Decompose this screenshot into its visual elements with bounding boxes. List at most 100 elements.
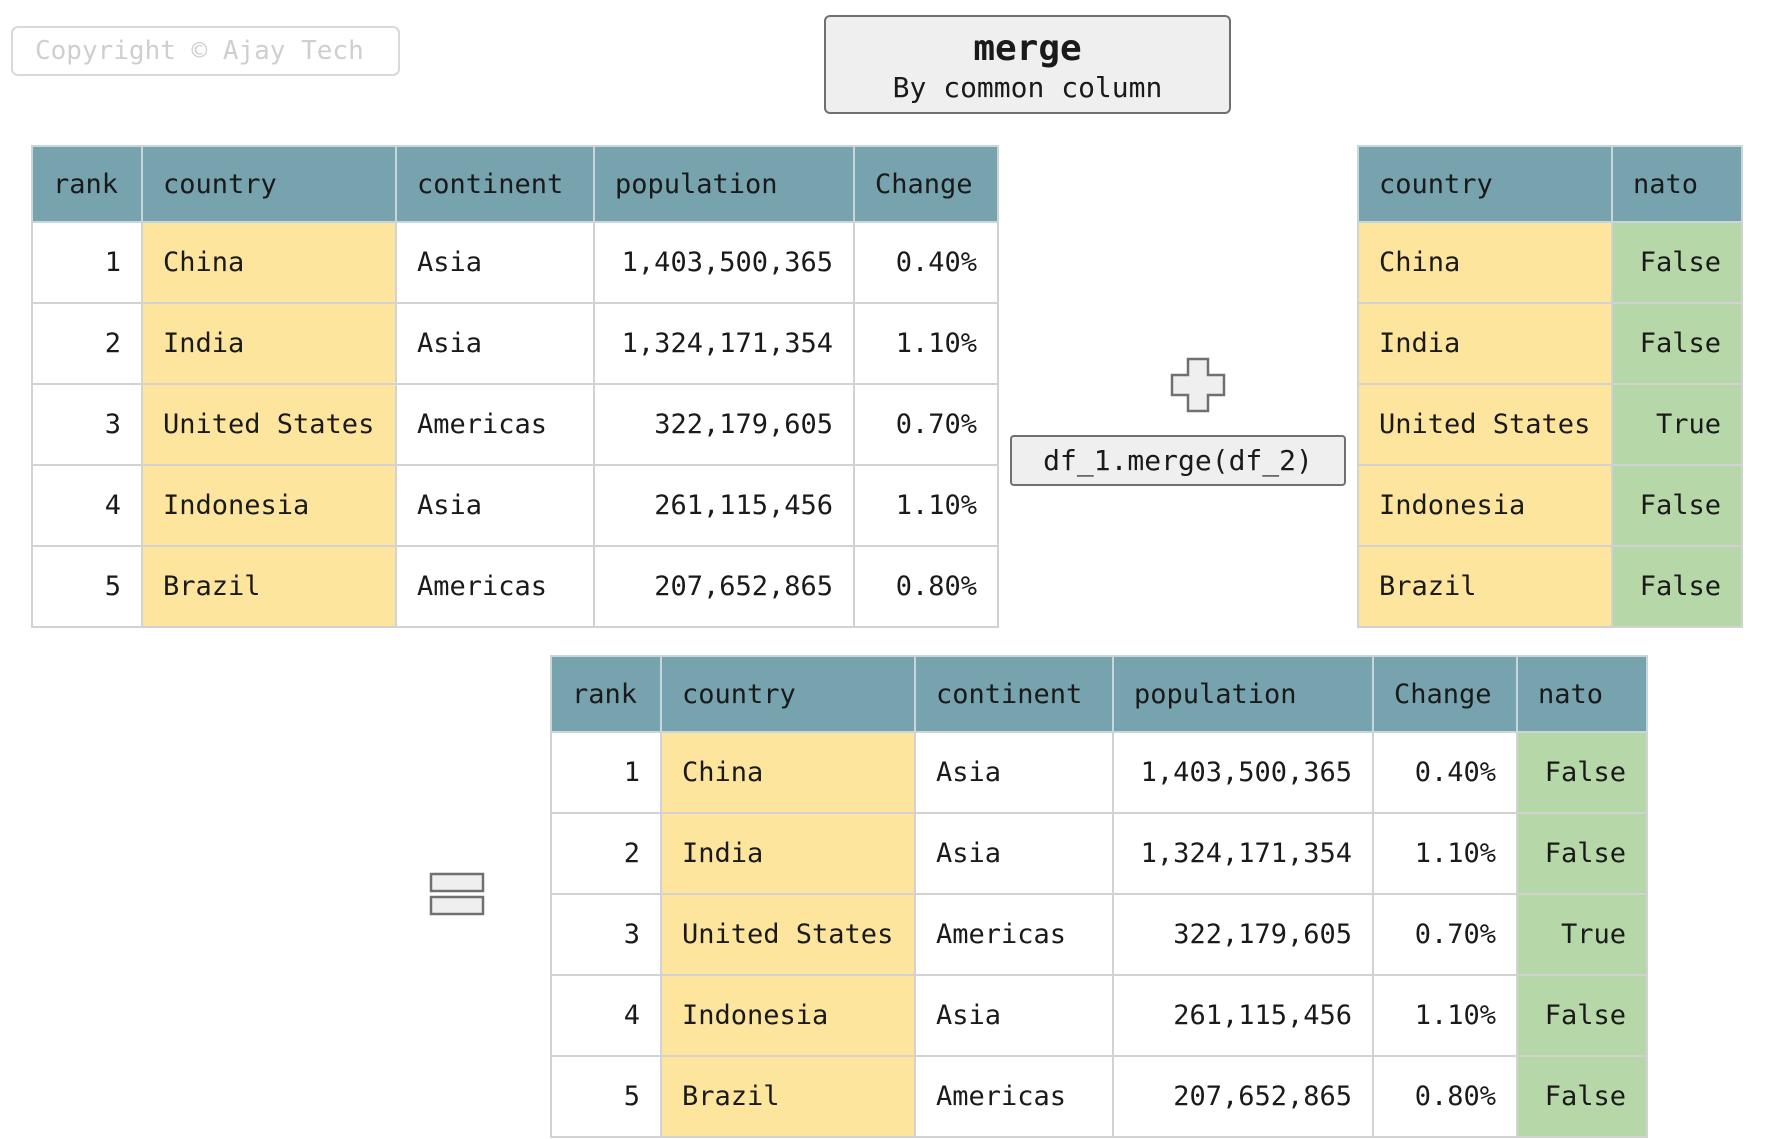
result-cell-rank: 5: [550, 1055, 662, 1138]
df1-header-row: rank country continent population Change: [31, 145, 999, 223]
df1-cell-population: 207,652,865: [593, 545, 855, 628]
df1-cell-rank: 5: [31, 545, 143, 628]
df1-cell-change: 0.70%: [853, 383, 999, 466]
df2-header-nato: nato: [1611, 145, 1743, 223]
df2-cell-nato: False: [1611, 221, 1743, 304]
table-row: 2 India Asia 1,324,171,354 1.10%: [31, 302, 999, 385]
title-main: merge: [973, 28, 1082, 69]
result-cell-rank: 4: [550, 974, 662, 1057]
result-cell-population: 1,324,171,354: [1112, 812, 1374, 895]
df1-cell-continent: Asia: [395, 464, 595, 547]
result-table: rank country continent population Change…: [550, 655, 1648, 1138]
df1-cell-country: China: [141, 221, 397, 304]
result-cell-country: Brazil: [660, 1055, 916, 1138]
result-cell-continent: Asia: [914, 812, 1114, 895]
title-box: merge By common column: [824, 15, 1231, 114]
df1-table: rank country continent population Change…: [31, 145, 999, 628]
df1-cell-rank: 2: [31, 302, 143, 385]
result-header-nato: nato: [1516, 655, 1648, 733]
df1-header-rank: rank: [31, 145, 143, 223]
df2-cell-country: India: [1357, 302, 1613, 385]
df2-cell-country: Indonesia: [1357, 464, 1613, 547]
result-cell-continent: Americas: [914, 893, 1114, 976]
result-cell-country: United States: [660, 893, 916, 976]
df2-header-country: country: [1357, 145, 1613, 223]
df1-cell-population: 261,115,456: [593, 464, 855, 547]
df2-cell-country: United States: [1357, 383, 1613, 466]
result-cell-rank: 1: [550, 731, 662, 814]
result-cell-country: India: [660, 812, 916, 895]
table-row: 4 Indonesia Asia 261,115,456 1.10% False: [550, 974, 1648, 1057]
result-cell-continent: Asia: [914, 731, 1114, 814]
df2-header-row: country nato: [1357, 145, 1743, 223]
result-cell-continent: Americas: [914, 1055, 1114, 1138]
df1-cell-country: United States: [141, 383, 397, 466]
table-row: United States True: [1357, 383, 1743, 466]
df2-cell-country: Brazil: [1357, 545, 1613, 628]
table-row: India False: [1357, 302, 1743, 385]
df1-header-continent: continent: [395, 145, 595, 223]
result-header-change: Change: [1372, 655, 1518, 733]
df2-table: country nato China False India False Uni…: [1357, 145, 1743, 628]
df2-cell-nato: False: [1611, 545, 1743, 628]
df1-cell-country: India: [141, 302, 397, 385]
table-row: 2 India Asia 1,324,171,354 1.10% False: [550, 812, 1648, 895]
result-cell-population: 1,403,500,365: [1112, 731, 1374, 814]
result-cell-rank: 2: [550, 812, 662, 895]
table-row: 5 Brazil Americas 207,652,865 0.80%: [31, 545, 999, 628]
result-header-row: rank country continent population Change…: [550, 655, 1648, 733]
df1-header-country: country: [141, 145, 397, 223]
result-cell-change: 0.70%: [1372, 893, 1518, 976]
plus-icon: [1170, 357, 1226, 413]
df1-cell-change: 0.80%: [853, 545, 999, 628]
result-cell-nato: False: [1516, 974, 1648, 1057]
df1-cell-continent: Americas: [395, 383, 595, 466]
df1-cell-change: 1.10%: [853, 302, 999, 385]
df1-cell-population: 322,179,605: [593, 383, 855, 466]
result-cell-nato: False: [1516, 812, 1648, 895]
result-cell-rank: 3: [550, 893, 662, 976]
df1-header-population: population: [593, 145, 855, 223]
df1-cell-change: 0.40%: [853, 221, 999, 304]
result-cell-country: China: [660, 731, 916, 814]
table-row: 4 Indonesia Asia 261,115,456 1.10%: [31, 464, 999, 547]
df2-cell-nato: False: [1611, 464, 1743, 547]
result-cell-continent: Asia: [914, 974, 1114, 1057]
equals-icon: [429, 872, 485, 916]
df1-cell-country: Brazil: [141, 545, 397, 628]
result-cell-population: 207,652,865: [1112, 1055, 1374, 1138]
result-header-continent: continent: [914, 655, 1114, 733]
copyright-watermark: Copyright © Ajay Tech: [11, 26, 400, 76]
result-cell-country: Indonesia: [660, 974, 916, 1057]
df2-cell-nato: False: [1611, 302, 1743, 385]
df1-cell-rank: 3: [31, 383, 143, 466]
result-cell-nato: True: [1516, 893, 1648, 976]
merge-code-label: df_1.merge(df_2): [1010, 435, 1346, 486]
table-row: 1 China Asia 1,403,500,365 0.40%: [31, 221, 999, 304]
result-cell-nato: False: [1516, 1055, 1648, 1138]
df1-cell-continent: Asia: [395, 302, 595, 385]
table-row: China False: [1357, 221, 1743, 304]
df1-cell-change: 1.10%: [853, 464, 999, 547]
result-header-population: population: [1112, 655, 1374, 733]
table-row: 3 United States Americas 322,179,605 0.7…: [550, 893, 1648, 976]
df1-cell-rank: 4: [31, 464, 143, 547]
result-cell-change: 1.10%: [1372, 812, 1518, 895]
result-cell-population: 322,179,605: [1112, 893, 1374, 976]
result-cell-change: 1.10%: [1372, 974, 1518, 1057]
result-cell-population: 261,115,456: [1112, 974, 1374, 1057]
table-row: 5 Brazil Americas 207,652,865 0.80% Fals…: [550, 1055, 1648, 1138]
table-row: Indonesia False: [1357, 464, 1743, 547]
df2-cell-nato: True: [1611, 383, 1743, 466]
df2-cell-country: China: [1357, 221, 1613, 304]
df1-cell-continent: Asia: [395, 221, 595, 304]
table-row: 1 China Asia 1,403,500,365 0.40% False: [550, 731, 1648, 814]
df1-cell-population: 1,403,500,365: [593, 221, 855, 304]
result-cell-change: 0.40%: [1372, 731, 1518, 814]
table-row: Brazil False: [1357, 545, 1743, 628]
df1-cell-population: 1,324,171,354: [593, 302, 855, 385]
df1-cell-continent: Americas: [395, 545, 595, 628]
df1-cell-country: Indonesia: [141, 464, 397, 547]
df1-header-change: Change: [853, 145, 999, 223]
result-header-rank: rank: [550, 655, 662, 733]
